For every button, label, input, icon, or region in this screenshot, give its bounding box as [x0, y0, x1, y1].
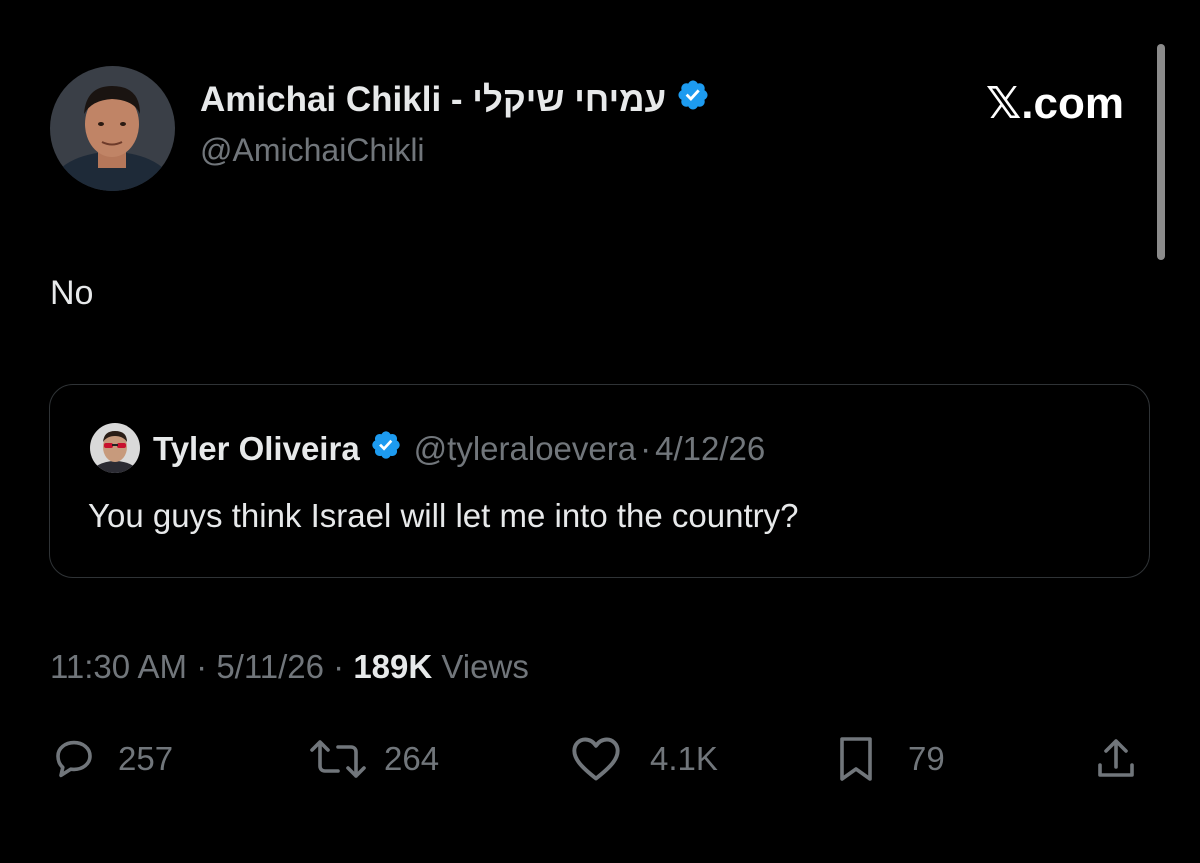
share-button[interactable] — [1092, 735, 1140, 783]
bookmark-icon — [834, 735, 878, 783]
scrollbar[interactable] — [1157, 44, 1165, 260]
tweet-text: No — [50, 274, 94, 312]
author-name-row[interactable]: Amichai Chikli - עמיחי שיקלי — [200, 78, 710, 121]
author-handle[interactable]: @AmichaiChikli — [200, 132, 425, 169]
reply-icon — [50, 735, 98, 783]
verified-badge-icon — [370, 429, 402, 469]
bookmark-count: 79 — [908, 740, 945, 777]
meta-separator: · — [333, 648, 345, 685]
quote-handle[interactable]: @tyleraloevera — [414, 430, 636, 468]
reply-count: 257 — [118, 740, 174, 777]
tweet-date[interactable]: 5/11/26 — [216, 648, 324, 685]
quote-header: Tyler Oliveira @tyleraloevera · 4/12/26 — [153, 429, 765, 469]
author-avatar-image — [50, 66, 175, 191]
quote-date[interactable]: 4/12/26 — [655, 430, 765, 468]
views-label: Views — [441, 648, 529, 685]
site-logo: 𝕏.com — [985, 79, 1124, 128]
quote-separator: · — [640, 430, 652, 467]
repost-count: 264 — [384, 740, 440, 777]
reply-button[interactable]: 257 — [50, 735, 173, 783]
like-icon — [570, 735, 622, 783]
tweet-time[interactable]: 11:30 AM — [50, 648, 187, 685]
share-icon — [1092, 735, 1140, 783]
quote-avatar-image — [90, 423, 140, 473]
quote-display-name[interactable]: Tyler Oliveira — [153, 430, 360, 468]
tweet-meta: 11:30 AM · 5/11/26 · 189K Views — [50, 648, 529, 686]
repost-icon — [306, 735, 370, 783]
quote-text: You guys think Israel will let me into t… — [88, 497, 799, 534]
meta-separator: · — [196, 648, 208, 685]
like-button[interactable]: 4.1K — [570, 735, 718, 783]
verified-badge-icon — [676, 78, 710, 121]
repost-button[interactable]: 264 — [306, 735, 439, 783]
views-count: 189K — [353, 648, 433, 685]
quoted-tweet-card[interactable]: Tyler Oliveira @tyleraloevera · 4/12/26 … — [49, 384, 1150, 578]
quote-author-avatar[interactable] — [90, 423, 140, 473]
bookmark-button[interactable]: 79 — [834, 735, 945, 783]
author-avatar[interactable] — [50, 66, 175, 191]
like-count: 4.1K — [650, 740, 718, 777]
author-display-name[interactable]: Amichai Chikli - עמיחי שיקלי — [200, 80, 666, 120]
